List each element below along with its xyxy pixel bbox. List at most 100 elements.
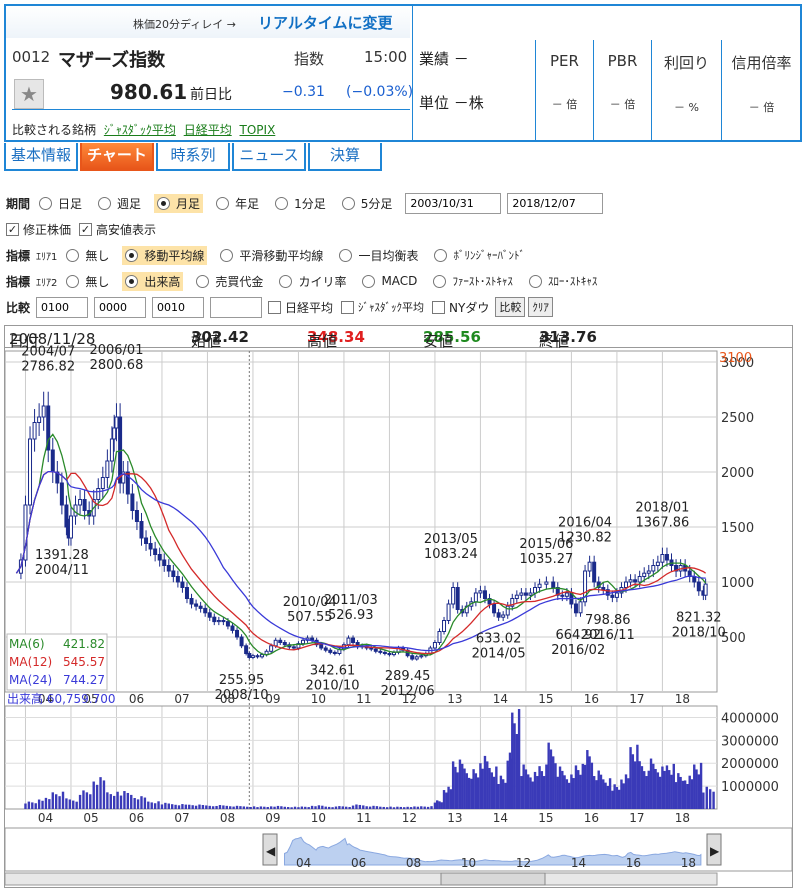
period-option-monthly[interactable]: 月足 [154,193,204,213]
tab-basic-info[interactable]: 基本情報 [4,143,78,171]
volume-bar [456,772,459,809]
price-annotation: 2016/02 [551,643,605,658]
volume-bar [588,756,591,809]
period-option-5min[interactable]: 5分足 [339,194,396,213]
period-option-weekly[interactable]: 週足 [95,194,144,213]
volume-bar [436,800,439,809]
ind2-option-slow-stoch[interactable]: ｽﾛｰ･ｽﾄｷｬｽ [526,272,601,290]
volume-bar [317,805,321,809]
candle-body [278,639,283,643]
ind1-option-none[interactable]: 無し [63,246,112,265]
delay-bar: 株価20分ディレイ → リアルタイムに変更 [6,6,410,38]
compare-code-input-2[interactable] [94,296,147,318]
volume-bar [232,806,235,809]
highlow-checkbox[interactable]: ✓ [79,222,93,236]
ind1-option-bollinger[interactable]: ﾎﾞﾘﾝｼﾞｬｰﾊﾞﾝﾄﾞ [431,246,528,264]
volume-bar [681,780,685,809]
volume-bar [545,764,548,809]
volume-bar [613,784,616,809]
ind2-option-none[interactable]: 無し [63,272,112,291]
compare-link-nikkei[interactable]: 日経平均 [184,123,232,137]
volume-bar [430,806,433,809]
candle-body [41,405,46,418]
y-max-label: 3100 [719,351,752,366]
ind2-option-deviation[interactable]: カイリ率 [276,272,349,291]
compare-nikkei-checkbox[interactable] [268,300,282,314]
volume-bar [683,780,687,809]
price-time: 15:00 [364,48,408,66]
ind1-option-ema[interactable]: 平滑移動平均線 [217,246,326,265]
compare-link-jasdaq[interactable]: ｼﾞｬｽﾀﾞｯｸ平均 [104,123,176,137]
volume-bar [252,806,256,809]
realtime-link[interactable]: リアルタイムに変更 [258,12,393,33]
candle-body [32,422,37,440]
favorite-star-button[interactable]: ★ [14,79,44,109]
volume-bar [463,768,466,809]
ratio-value: － 倍 [551,98,578,111]
volume-bar [348,806,351,809]
clear-button[interactable]: ｸﾘｱ [528,297,553,317]
candle-body [696,581,701,592]
date-to-input[interactable] [507,192,604,214]
chart-canvas[interactable]: 5001000150020002500300031002004/072786.8… [5,326,792,887]
ind2-option-volume[interactable]: 出来高 [122,271,184,291]
tab-timeseries[interactable]: 時系列 [156,143,230,171]
ind1-option-ichimoku[interactable]: 一目均衡表 [336,246,421,265]
candle-body [105,460,110,478]
ind2-option-turnover[interactable]: 売買代金 [193,272,266,291]
volume-bar [633,761,637,809]
compare-button[interactable]: 比較 [495,297,526,317]
volume-bar [119,795,123,809]
candle-body [573,603,578,614]
compare-code-input-4[interactable] [210,296,263,318]
compare-code-input-1[interactable] [36,296,89,318]
compare-link-topix[interactable]: TOPIX [240,123,276,137]
adjusted-price-checkbox[interactable]: ✓ [6,222,19,236]
volume-bar [558,766,562,809]
volume-bar [72,800,75,809]
volume-bar [396,806,399,809]
volume-bar [368,806,372,809]
candle-body [628,579,633,583]
x-tick-label: 16 [584,811,599,825]
compare-nydow-checkbox[interactable] [432,300,446,314]
volume-bar [597,770,600,809]
volume-bar [259,806,263,809]
volume-bar [355,804,358,809]
ind2-option-fast-stoch[interactable]: ﾌｧｰｽﾄ･ｽﾄｷｬｽ [430,272,516,290]
compare-code-input-3[interactable] [152,296,205,318]
compare-jasdaq-checkbox[interactable] [341,300,355,314]
date-from-input[interactable] [405,192,502,214]
x-tick-label: 13 [447,811,462,825]
compare-jasdaq-label: ｼﾞｬｽﾀﾞｯｸ平均 [358,301,425,314]
price-annotation: 1230.82 [558,531,612,546]
tab-chart[interactable]: チャート [80,143,154,171]
volume-bar [263,806,266,809]
period-label: 期間 [6,196,31,211]
x-tick-label: 12 [402,692,417,706]
volume-bar [492,776,496,809]
price-annotation: 1083.24 [424,547,478,562]
tab-earnings[interactable]: 決算 [308,143,382,171]
period-option-daily[interactable]: 日足 [36,194,85,213]
volume-bar [68,799,72,809]
period-option-yearly[interactable]: 年足 [213,194,262,213]
x-tick-label: 08 [220,811,235,825]
period-option-1min[interactable]: 1分足 [272,194,329,213]
volume-bar [24,803,27,809]
volume-bar [636,744,639,809]
volume-bar [604,782,607,809]
tab-news[interactable]: ニュース [232,143,306,171]
volume-bar [617,789,621,809]
indicator1-row: 指標 ｴﾘｱ1 無し 移動平均線 平滑移動平均線 一目均衡表 ﾎﾞﾘﾝｼﾞｬｰﾊ… [6,244,538,266]
volume-bar [112,795,116,809]
x-tick-label: 14 [493,811,508,825]
volume-bar [351,805,355,809]
earnings-info: 業績 － [419,50,469,68]
candle-body [157,554,162,561]
ind2-option-macd[interactable]: MACD [359,273,420,289]
ind1-option-ma[interactable]: 移動平均線 [122,245,208,265]
volume-bar [174,804,177,809]
candle-body [528,592,533,596]
ratio-value: － % [674,101,699,114]
